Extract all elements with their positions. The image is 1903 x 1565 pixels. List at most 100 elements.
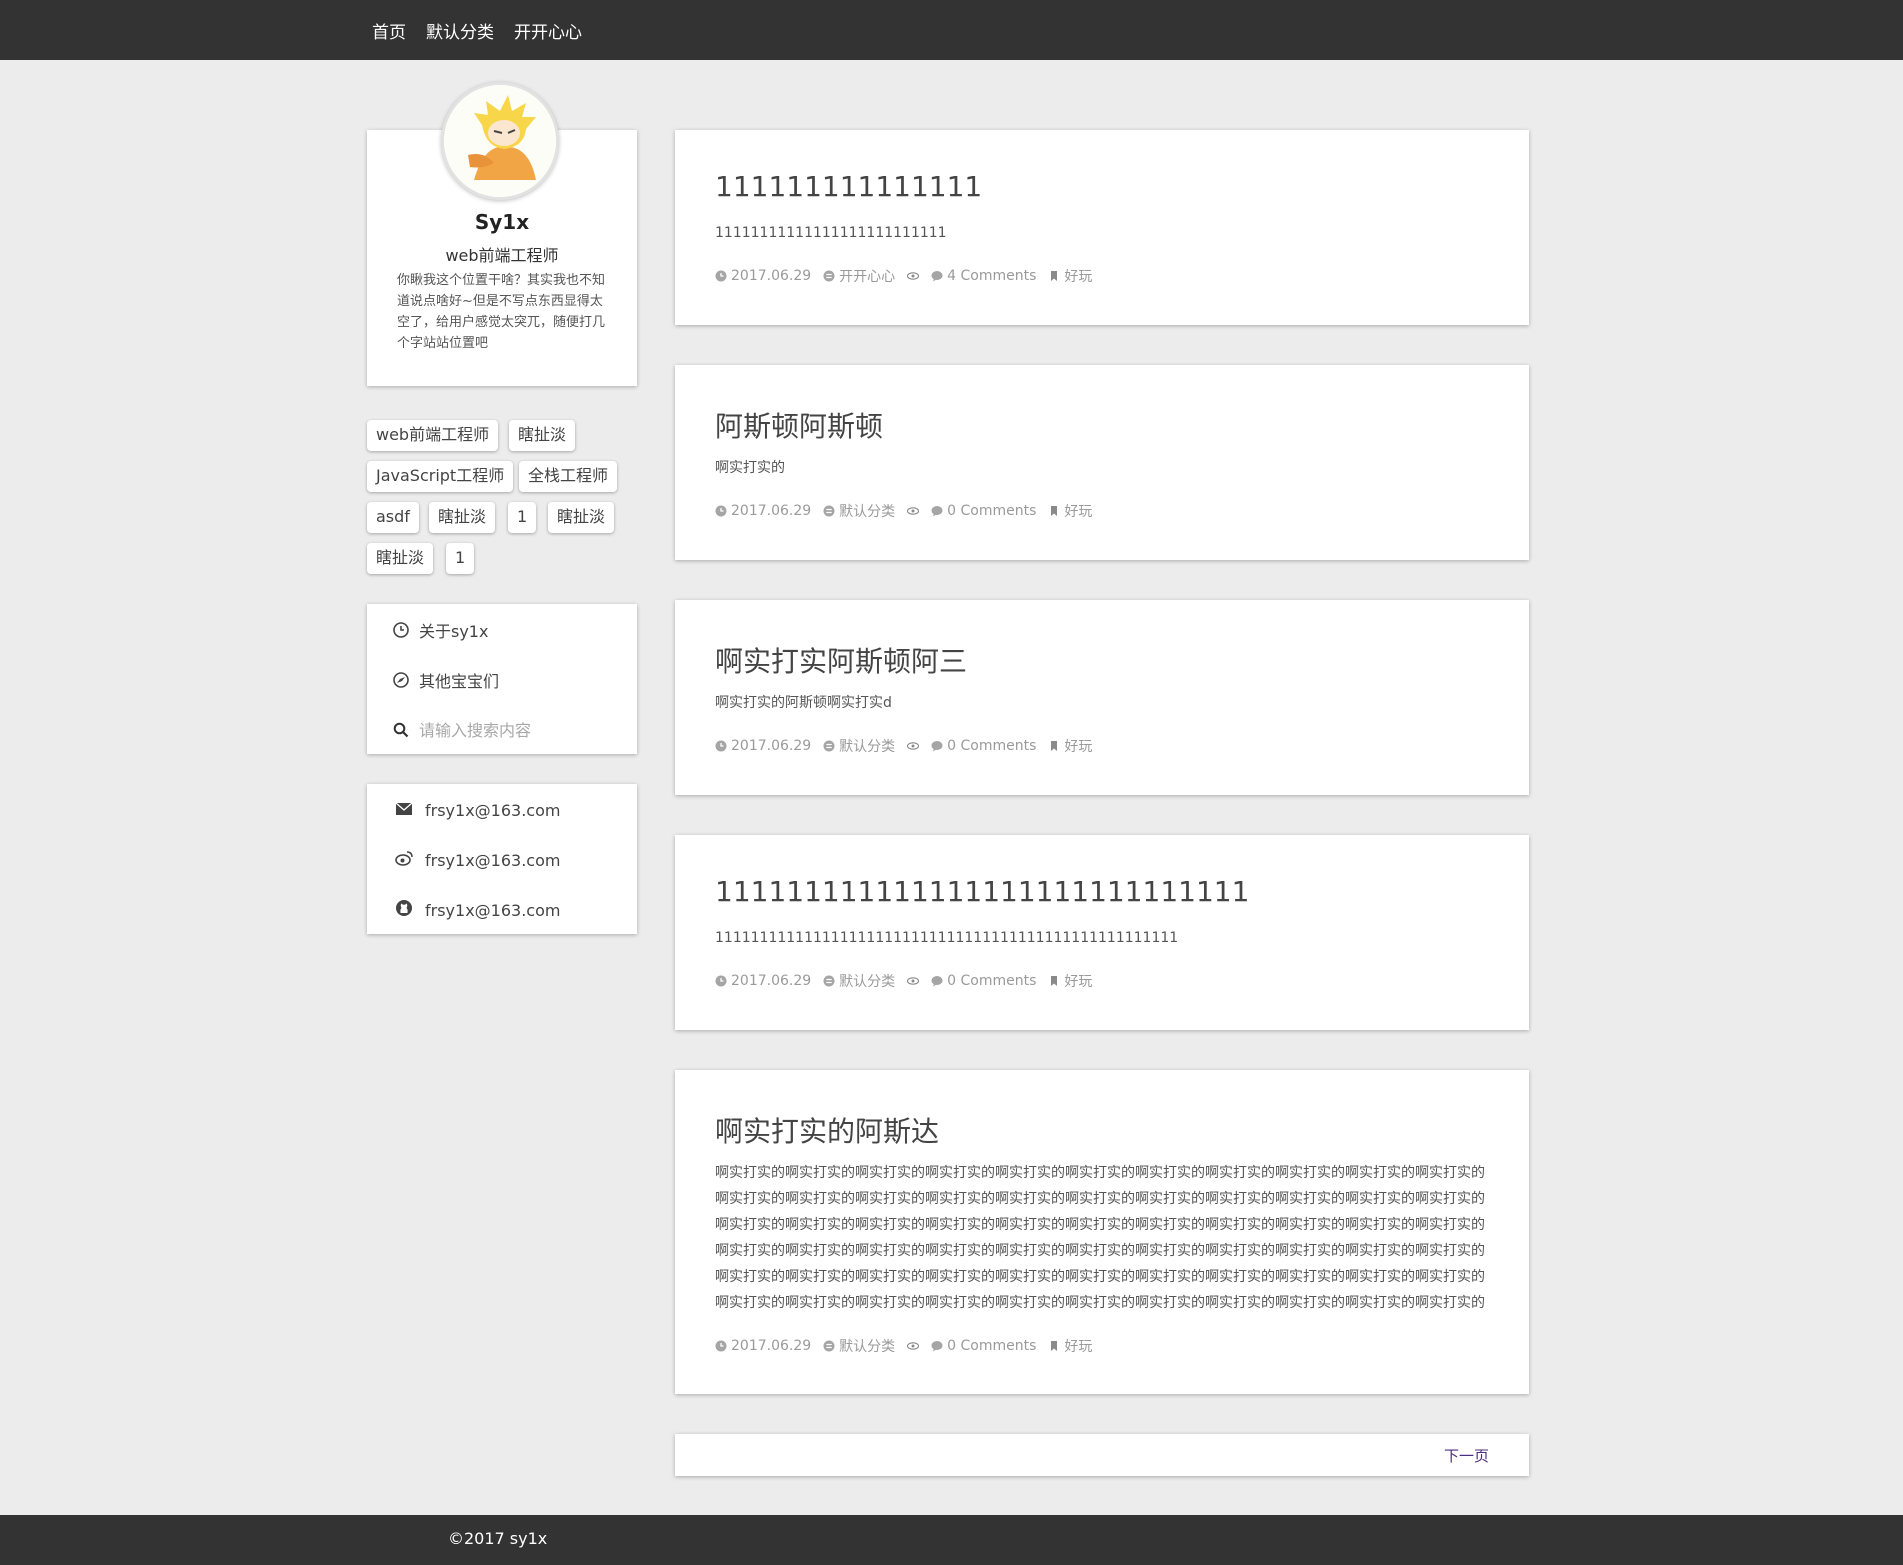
post-comments[interactable]: 0 Comments: [947, 738, 1036, 754]
nav-home-link[interactable]: 首页: [372, 18, 406, 43]
post-card: 111111111111111111111111111111 111111111…: [675, 835, 1529, 1030]
email-contact[interactable]: frsy1x@163.com: [395, 798, 560, 822]
post-excerpt: 1111111111111111111111111111111111111111…: [715, 930, 1179, 946]
email-text: frsy1x@163.com: [425, 800, 561, 820]
post-meta: 2017.06.29 默认分类 0 Comments 好玩: [715, 501, 1104, 521]
about-link[interactable]: 关于sy1x: [392, 618, 488, 642]
weibo-contact[interactable]: frsy1x@163.com: [395, 848, 560, 872]
eye-icon: [907, 740, 920, 752]
bookmark-icon: [1048, 1340, 1060, 1352]
comment-icon: [931, 975, 943, 987]
post-tag[interactable]: 好玩: [1064, 736, 1092, 756]
weibo-text: frsy1x@163.com: [425, 850, 561, 870]
tag-item[interactable]: 瞎扯淡: [509, 420, 576, 451]
post-title[interactable]: 阿斯顿阿斯顿: [715, 405, 883, 445]
post-date: 2017.06.29: [731, 738, 812, 754]
post-date: 2017.06.29: [731, 268, 812, 284]
post-title[interactable]: 111111111111111111111111111111: [715, 875, 1249, 908]
tag-item[interactable]: asdf: [367, 502, 419, 533]
clock-icon: [715, 740, 727, 752]
nav-default-category-link[interactable]: 默认分类: [426, 18, 494, 43]
post-category[interactable]: 默认分类: [839, 971, 895, 991]
category-icon: [823, 1340, 835, 1352]
post-category[interactable]: 开开心心: [839, 266, 895, 286]
post-comments[interactable]: 4 Comments: [947, 268, 1036, 284]
post-meta: 2017.06.29 默认分类 0 Comments 好玩: [715, 971, 1104, 991]
post-excerpt: 啊实打实的: [715, 460, 785, 476]
bookmark-icon: [1048, 975, 1060, 987]
tag-item[interactable]: 瞎扯淡: [548, 502, 615, 533]
github-icon: [395, 899, 413, 921]
post-date: 2017.06.29: [731, 973, 812, 989]
avatar[interactable]: [441, 82, 559, 200]
tag-item[interactable]: JavaScript工程师: [367, 461, 514, 492]
category-icon: [823, 975, 835, 987]
comment-icon: [931, 505, 943, 517]
others-link[interactable]: 其他宝宝们: [392, 668, 499, 692]
envelope-icon: [395, 801, 413, 820]
tag-item[interactable]: 瞎扯淡: [367, 543, 434, 574]
eye-icon: [907, 1340, 920, 1352]
comment-icon: [931, 270, 943, 282]
post-category[interactable]: 默认分类: [839, 1336, 895, 1356]
comment-icon: [931, 740, 943, 752]
tag-item[interactable]: 1: [508, 502, 537, 533]
weibo-icon: [395, 850, 413, 870]
category-icon: [823, 270, 835, 282]
post-comments[interactable]: 0 Comments: [947, 1338, 1036, 1354]
tag-item[interactable]: 1: [446, 543, 475, 574]
post-date: 2017.06.29: [731, 1338, 812, 1354]
post-excerpt: 11111111111111111111111111: [715, 225, 947, 241]
post-title[interactable]: 111111111111111: [715, 170, 982, 203]
clock-circle-icon: [392, 621, 410, 639]
search-box: [392, 718, 609, 742]
profile-name: Sy1x: [474, 210, 530, 234]
post-category[interactable]: 默认分类: [839, 736, 895, 756]
pagination-bar: 下一页: [675, 1434, 1529, 1476]
clock-icon: [715, 270, 727, 282]
nav-happy-category-link[interactable]: 开开心心: [514, 18, 582, 43]
post-title[interactable]: 啊实打实阿斯顿阿三: [715, 640, 967, 680]
post-title[interactable]: 啊实打实的阿斯达: [715, 1110, 939, 1150]
post-tag[interactable]: 好玩: [1064, 266, 1092, 286]
top-navbar: 首页 默认分类 开开心心: [0, 0, 1903, 60]
github-contact[interactable]: frsy1x@163.com: [395, 898, 560, 922]
post-card: 阿斯顿阿斯顿 啊实打实的 2017.06.29 默认分类 0 Comments …: [675, 365, 1529, 560]
post-date: 2017.06.29: [731, 503, 812, 519]
comment-icon: [931, 1340, 943, 1352]
clock-icon: [715, 1340, 727, 1352]
post-tag[interactable]: 好玩: [1064, 971, 1092, 991]
next-page-link[interactable]: 下一页: [1444, 1445, 1489, 1466]
search-icon: [392, 721, 410, 739]
bookmark-icon: [1048, 740, 1060, 752]
post-card: 啊实打实阿斯顿阿三 啊实打实的阿斯顿啊实打实d 2017.06.29 默认分类 …: [675, 600, 1529, 795]
others-label: 其他宝宝们: [419, 672, 500, 691]
profile-bio: 你瞅我这个位置干啥？其实我也不知道说点啥好~但是不写点东西显得太空了，给用户感觉…: [397, 273, 606, 351]
category-icon: [823, 505, 835, 517]
post-tag[interactable]: 好玩: [1064, 1336, 1092, 1356]
clock-icon: [715, 505, 727, 517]
eye-icon: [907, 975, 920, 987]
profile-role: web前端工程师: [445, 246, 559, 265]
post-category[interactable]: 默认分类: [839, 501, 895, 521]
footer-copyright: ©2017 sy1x: [448, 1529, 548, 1548]
post-comments[interactable]: 0 Comments: [947, 503, 1036, 519]
bookmark-icon: [1048, 505, 1060, 517]
post-card: 111111111111111 111111111111111111111111…: [675, 130, 1529, 325]
tag-item[interactable]: web前端工程师: [367, 420, 499, 451]
post-meta: 2017.06.29 默认分类 0 Comments 好玩: [715, 736, 1104, 756]
post-excerpt: 啊实打实的阿斯顿啊实打实d: [715, 695, 892, 711]
post-card: 啊实打实的阿斯达 啊实打实的啊实打实的啊实打实的啊实打实的啊实打实的啊实打实的啊…: [675, 1070, 1529, 1394]
post-tag[interactable]: 好玩: [1064, 501, 1092, 521]
footer: ©2017 sy1x: [0, 1515, 1903, 1565]
search-input[interactable]: [419, 720, 609, 740]
bookmark-icon: [1048, 270, 1060, 282]
tag-item[interactable]: 瞎扯淡: [429, 502, 496, 533]
tag-item[interactable]: 全栈工程师: [519, 461, 618, 492]
post-excerpt: 啊实打实的啊实打实的啊实打实的啊实打实的啊实打实的啊实打实的啊实打实的啊实打实的…: [715, 1165, 1485, 1311]
avatar-illustration-icon: [444, 85, 556, 197]
post-meta: 2017.06.29 默认分类 0 Comments 好玩: [715, 1336, 1104, 1356]
post-comments[interactable]: 0 Comments: [947, 973, 1036, 989]
clock-icon: [715, 975, 727, 987]
post-meta: 2017.06.29 开开心心 4 Comments 好玩: [715, 266, 1104, 286]
